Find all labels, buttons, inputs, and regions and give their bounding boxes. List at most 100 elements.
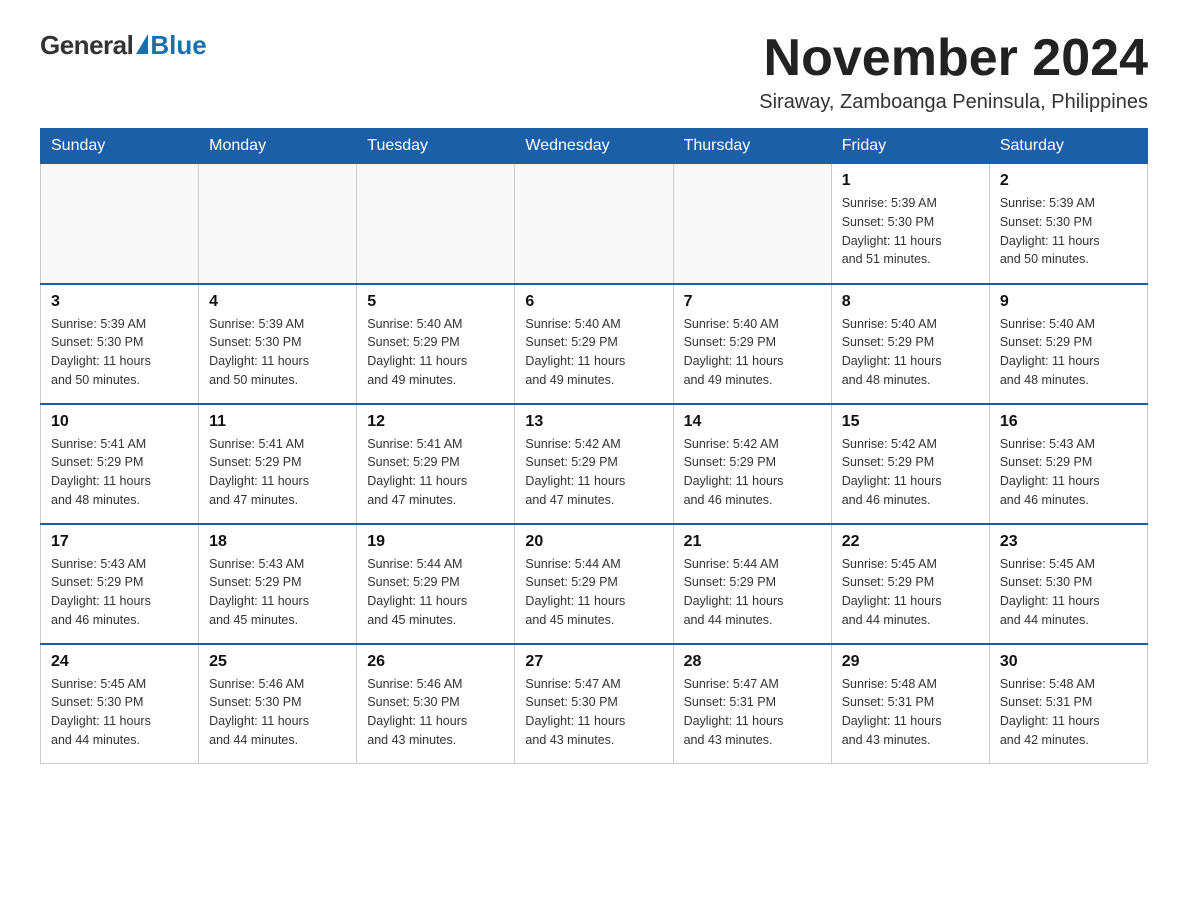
logo-blue-text: Blue — [150, 30, 206, 61]
calendar-header-monday: Monday — [199, 129, 357, 164]
day-info: Sunrise: 5:40 AMSunset: 5:29 PMDaylight:… — [525, 315, 662, 390]
calendar-day-cell — [515, 164, 673, 284]
day-info: Sunrise: 5:40 AMSunset: 5:29 PMDaylight:… — [842, 315, 979, 390]
calendar-day-cell: 27 Sunrise: 5:47 AMSunset: 5:30 PMDayligh… — [515, 644, 673, 764]
day-info: Sunrise: 5:44 AMSunset: 5:29 PMDaylight:… — [367, 555, 504, 630]
calendar-day-cell: 22 Sunrise: 5:45 AMSunset: 5:29 PMDayligh… — [831, 524, 989, 644]
day-info: Sunrise: 5:45 AMSunset: 5:30 PMDaylight:… — [1000, 555, 1137, 630]
calendar-day-cell: 25Sunrise: 5:46 AMSunset: 5:30 PMDayligh… — [199, 644, 357, 764]
day-number: 19 — [367, 533, 504, 551]
calendar-day-cell: 24Sunrise: 5:45 AMSunset: 5:30 PMDayligh… — [41, 644, 199, 764]
day-number: 10 — [51, 413, 188, 431]
calendar-day-cell — [41, 164, 199, 284]
day-info: Sunrise: 5:40 AMSunset: 5:29 PMDaylight:… — [684, 315, 821, 390]
calendar-day-cell: 7 Sunrise: 5:40 AMSunset: 5:29 PMDaylight… — [673, 284, 831, 404]
day-info: Sunrise: 5:45 AMSunset: 5:29 PMDaylight:… — [842, 555, 979, 630]
calendar-day-cell: 3 Sunrise: 5:39 AMSunset: 5:30 PMDaylight… — [41, 284, 199, 404]
day-info: Sunrise: 5:42 AMSunset: 5:29 PMDaylight:… — [525, 435, 662, 510]
title-section: November 2024 Siraway, Zamboanga Peninsu… — [759, 30, 1148, 114]
day-info: Sunrise: 5:47 AMSunset: 5:30 PMDaylight:… — [525, 675, 662, 750]
day-info: Sunrise: 5:41 AMSunset: 5:29 PMDaylight:… — [51, 435, 188, 510]
calendar-day-cell: 16 Sunrise: 5:43 AMSunset: 5:29 PMDayligh… — [989, 404, 1147, 524]
day-info: Sunrise: 5:47 AMSunset: 5:31 PMDaylight:… — [684, 675, 821, 750]
calendar-day-cell: 10 Sunrise: 5:41 AMSunset: 5:29 PMDayligh… — [41, 404, 199, 524]
calendar-day-cell: 29Sunrise: 5:48 AMSunset: 5:31 PMDayligh… — [831, 644, 989, 764]
day-info: Sunrise: 5:43 AMSunset: 5:29 PMDaylight:… — [209, 555, 346, 630]
day-number: 5 — [367, 293, 504, 311]
calendar-day-cell: 9 Sunrise: 5:40 AMSunset: 5:29 PMDaylight… — [989, 284, 1147, 404]
calendar-day-cell: 15 Sunrise: 5:42 AMSunset: 5:29 PMDayligh… — [831, 404, 989, 524]
day-number: 12 — [367, 413, 504, 431]
day-number: 14 — [684, 413, 821, 431]
calendar-day-cell: 21 Sunrise: 5:44 AMSunset: 5:29 PMDayligh… — [673, 524, 831, 644]
day-number: 6 — [525, 293, 662, 311]
day-number: 27 — [525, 653, 662, 671]
day-number: 7 — [684, 293, 821, 311]
calendar-week-row: 24Sunrise: 5:45 AMSunset: 5:30 PMDayligh… — [41, 644, 1148, 764]
day-number: 23 — [1000, 533, 1137, 551]
calendar-header-tuesday: Tuesday — [357, 129, 515, 164]
day-number: 18 — [209, 533, 346, 551]
calendar-day-cell: 1 Sunrise: 5:39 AMSunset: 5:30 PMDaylight… — [831, 164, 989, 284]
calendar-day-cell: 26Sunrise: 5:46 AMSunset: 5:30 PMDayligh… — [357, 644, 515, 764]
day-info: Sunrise: 5:42 AMSunset: 5:29 PMDaylight:… — [842, 435, 979, 510]
calendar-day-cell: 11Sunrise: 5:41 AMSunset: 5:29 PMDayligh… — [199, 404, 357, 524]
calendar-day-cell — [673, 164, 831, 284]
day-number: 29 — [842, 653, 979, 671]
calendar-day-cell: 28 Sunrise: 5:47 AMSunset: 5:31 PMDayligh… — [673, 644, 831, 764]
day-number: 8 — [842, 293, 979, 311]
calendar-day-cell: 23 Sunrise: 5:45 AMSunset: 5:30 PMDayligh… — [989, 524, 1147, 644]
day-info: Sunrise: 5:39 AMSunset: 5:30 PMDaylight:… — [842, 194, 979, 269]
day-number: 22 — [842, 533, 979, 551]
day-number: 1 — [842, 172, 979, 190]
location-subtitle: Siraway, Zamboanga Peninsula, Philippine… — [759, 91, 1148, 114]
calendar-header-wednesday: Wednesday — [515, 129, 673, 164]
calendar-header-row: SundayMondayTuesdayWednesdayThursdayFrid… — [41, 129, 1148, 164]
day-info: Sunrise: 5:46 AMSunset: 5:30 PMDaylight:… — [367, 675, 504, 750]
logo-general-text: General — [40, 30, 133, 61]
day-info: Sunrise: 5:40 AMSunset: 5:29 PMDaylight:… — [367, 315, 504, 390]
day-info: Sunrise: 5:46 AMSunset: 5:30 PMDaylight:… — [209, 675, 346, 750]
day-info: Sunrise: 5:39 AMSunset: 5:30 PMDaylight:… — [51, 315, 188, 390]
calendar-header-sunday: Sunday — [41, 129, 199, 164]
calendar-day-cell: 5 Sunrise: 5:40 AMSunset: 5:29 PMDaylight… — [357, 284, 515, 404]
day-number: 20 — [525, 533, 662, 551]
day-number: 16 — [1000, 413, 1137, 431]
calendar-table: SundayMondayTuesdayWednesdayThursdayFrid… — [40, 128, 1148, 764]
day-info: Sunrise: 5:43 AMSunset: 5:29 PMDaylight:… — [51, 555, 188, 630]
logo: General Blue — [40, 30, 207, 61]
calendar-day-cell: 17Sunrise: 5:43 AMSunset: 5:29 PMDayligh… — [41, 524, 199, 644]
calendar-week-row: 3 Sunrise: 5:39 AMSunset: 5:30 PMDaylight… — [41, 284, 1148, 404]
day-number: 3 — [51, 293, 188, 311]
calendar-day-cell: 14 Sunrise: 5:42 AMSunset: 5:29 PMDayligh… — [673, 404, 831, 524]
day-info: Sunrise: 5:42 AMSunset: 5:29 PMDaylight:… — [684, 435, 821, 510]
day-number: 15 — [842, 413, 979, 431]
calendar-header-thursday: Thursday — [673, 129, 831, 164]
calendar-week-row: 10 Sunrise: 5:41 AMSunset: 5:29 PMDayligh… — [41, 404, 1148, 524]
day-info: Sunrise: 5:40 AMSunset: 5:29 PMDaylight:… — [1000, 315, 1137, 390]
day-info: Sunrise: 5:41 AMSunset: 5:29 PMDaylight:… — [367, 435, 504, 510]
calendar-day-cell: 6 Sunrise: 5:40 AMSunset: 5:29 PMDaylight… — [515, 284, 673, 404]
day-number: 30 — [1000, 653, 1137, 671]
calendar-day-cell: 30 Sunrise: 5:48 AMSunset: 5:31 PMDayligh… — [989, 644, 1147, 764]
logo-triangle-icon — [136, 34, 148, 54]
day-info: Sunrise: 5:48 AMSunset: 5:31 PMDaylight:… — [1000, 675, 1137, 750]
day-number: 13 — [525, 413, 662, 431]
day-number: 9 — [1000, 293, 1137, 311]
calendar-day-cell: 4 Sunrise: 5:39 AMSunset: 5:30 PMDaylight… — [199, 284, 357, 404]
day-info: Sunrise: 5:43 AMSunset: 5:29 PMDaylight:… — [1000, 435, 1137, 510]
day-number: 21 — [684, 533, 821, 551]
calendar-week-row: 1 Sunrise: 5:39 AMSunset: 5:30 PMDaylight… — [41, 164, 1148, 284]
calendar-day-cell — [357, 164, 515, 284]
calendar-day-cell: 18 Sunrise: 5:43 AMSunset: 5:29 PMDayligh… — [199, 524, 357, 644]
day-number: 4 — [209, 293, 346, 311]
day-info: Sunrise: 5:39 AMSunset: 5:30 PMDaylight:… — [209, 315, 346, 390]
day-info: Sunrise: 5:45 AMSunset: 5:30 PMDaylight:… — [51, 675, 188, 750]
day-info: Sunrise: 5:44 AMSunset: 5:29 PMDaylight:… — [684, 555, 821, 630]
month-title: November 2024 — [759, 30, 1148, 87]
calendar-week-row: 17Sunrise: 5:43 AMSunset: 5:29 PMDayligh… — [41, 524, 1148, 644]
calendar-day-cell: 19 Sunrise: 5:44 AMSunset: 5:29 PMDayligh… — [357, 524, 515, 644]
calendar-day-cell: 2Sunrise: 5:39 AMSunset: 5:30 PMDaylight… — [989, 164, 1147, 284]
day-info: Sunrise: 5:41 AMSunset: 5:29 PMDaylight:… — [209, 435, 346, 510]
day-number: 28 — [684, 653, 821, 671]
